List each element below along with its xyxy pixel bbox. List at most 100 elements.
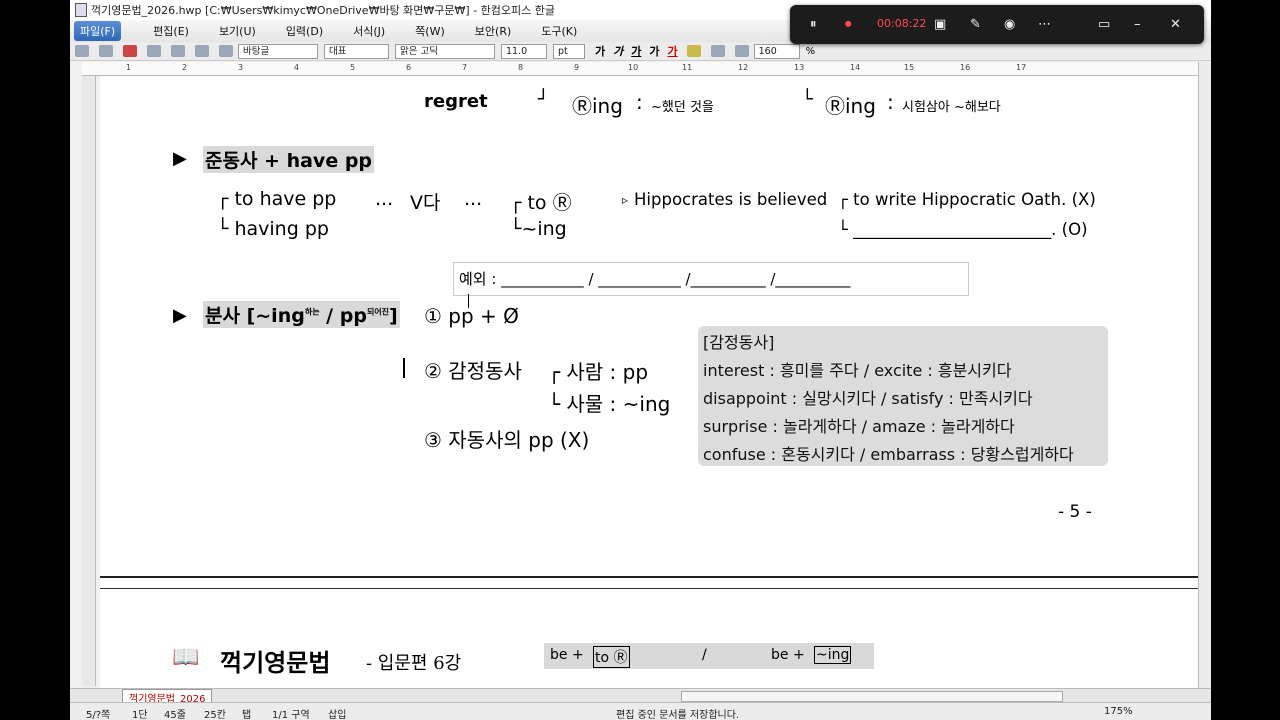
status-line: 45줄 bbox=[164, 710, 186, 720]
char-shape-button[interactable]: 가 bbox=[649, 43, 659, 59]
to-r: ┌ to Ⓡ bbox=[510, 192, 572, 214]
align-left-icon[interactable] bbox=[710, 45, 725, 57]
eye-icon[interactable]: ◉ bbox=[1004, 17, 1015, 32]
pause-icon[interactable]: ⏸ bbox=[810, 17, 817, 32]
font-size-unit[interactable]: pt bbox=[553, 43, 585, 59]
bold-button[interactable]: 가 bbox=[595, 43, 605, 59]
stop-icon[interactable]: ⏺ bbox=[845, 17, 852, 32]
camera-icon[interactable]: ▣ bbox=[934, 17, 946, 32]
page-number: - 5 - bbox=[1058, 502, 1092, 522]
menu-page[interactable]: 쪽(W) bbox=[415, 23, 445, 39]
card-line: surprise : 놀라게하다 / amaze : 놀라게하다 bbox=[703, 417, 1015, 436]
hippocrates-sentence: Hippocrates is believed bbox=[634, 190, 828, 209]
section-2-title-main: 분사 [~ing bbox=[205, 305, 305, 327]
window-title: 꺽기영문법_2026.hwp [C:₩Users₩kimyc₩OneDrive₩… bbox=[91, 4, 556, 17]
person-rule: ┌ 사람 : pp bbox=[548, 360, 649, 384]
align-center-icon[interactable] bbox=[734, 45, 749, 57]
item-1: ① pp + Ø bbox=[424, 304, 519, 328]
line-spacing-input[interactable]: 160 bbox=[753, 43, 800, 59]
redo-icon[interactable] bbox=[219, 45, 233, 57]
horizontal-ruler[interactable]: 1 2 3 4 5 6 7 8 9 10 11 12 13 14 15 16 1… bbox=[82, 62, 1205, 76]
r-ing-2-meaning: 시험삼아 ~해보다 bbox=[902, 100, 1001, 115]
align-justify-icon[interactable] bbox=[686, 45, 701, 57]
font-size-input[interactable]: 11.0 bbox=[501, 43, 547, 59]
ruler-mark: 13 bbox=[794, 63, 805, 72]
section-2-sub-2: 되어진 bbox=[366, 307, 390, 317]
card-title: [감정동사] bbox=[703, 333, 775, 352]
exception-text: 예외 : ___________ / ___________ /________… bbox=[459, 270, 851, 288]
item-2: ② 감정동사 bbox=[424, 359, 522, 383]
document-page[interactable]: regret ┘ Ⓡing : ~했던 것을 └ Ⓡing : 시험삼아 ~해보… bbox=[100, 76, 1198, 576]
ruler-mark: 3 bbox=[238, 63, 244, 72]
new-document-icon[interactable] bbox=[75, 45, 89, 57]
save-icon[interactable] bbox=[123, 45, 137, 57]
book-icon: 📖 bbox=[172, 645, 200, 670]
vertical-ruler[interactable] bbox=[82, 76, 96, 686]
toolbar: 바탕글 대표 맑은 고딕 11.0 pt 가 가 가 가 가 160 % bbox=[70, 42, 1211, 61]
status-zoom[interactable]: 175% bbox=[1104, 706, 1133, 717]
to-write-option: ┌ to write Hippocratic Oath. (X) bbox=[838, 190, 1096, 209]
section-2-title-close: ] bbox=[389, 305, 398, 327]
r-ing-1: Ⓡing bbox=[572, 94, 623, 118]
menu-security[interactable]: 보안(R) bbox=[475, 23, 511, 39]
line-marker bbox=[403, 358, 405, 378]
card-line: confuse : 혼동시키다 / embarrass : 당황스럽게하다 bbox=[703, 445, 1074, 464]
card-line: disappoint : 실망시키다 / satisfy : 만족시키다 bbox=[703, 389, 1033, 408]
blank-option: └ ________________________. (O) bbox=[838, 220, 1088, 239]
formula-to-r: to Ⓡ bbox=[593, 646, 630, 668]
italic-button[interactable]: 가 bbox=[613, 43, 623, 59]
lecture-subtitle: - 입문편 6강 bbox=[366, 653, 462, 674]
font-group-select[interactable]: 대표 bbox=[324, 43, 389, 59]
font-select[interactable]: 맑은 고딕 bbox=[395, 43, 495, 59]
colon: : bbox=[636, 90, 643, 114]
status-page: 5/?쪽 bbox=[86, 710, 111, 720]
menu-view[interactable]: 보기(U) bbox=[219, 23, 256, 39]
status-column: 1단 bbox=[132, 710, 148, 720]
print-icon[interactable] bbox=[147, 45, 161, 57]
exception-box: 예외 : ___________ / ___________ /________… bbox=[453, 262, 969, 296]
more-icon[interactable]: ⋯ bbox=[1038, 17, 1051, 32]
menu-edit[interactable]: 편집(E) bbox=[153, 23, 189, 39]
logo-text: 꺽기영문법 bbox=[220, 648, 331, 677]
menu-tools[interactable]: 도구(K) bbox=[541, 23, 577, 39]
close-icon[interactable]: ✕ bbox=[1170, 17, 1181, 32]
status-insert-mode[interactable]: 삽입 bbox=[328, 706, 346, 720]
formula-be-1: be + bbox=[550, 647, 584, 663]
caption-icon[interactable]: ▭ bbox=[1098, 17, 1110, 32]
status-tab: 탭 bbox=[242, 710, 252, 720]
section-marker: ▶ bbox=[173, 148, 187, 169]
underline-button[interactable]: 가 bbox=[631, 43, 641, 59]
ruler-mark: 14 bbox=[850, 63, 861, 72]
dots: ... bbox=[464, 188, 483, 210]
status-section: 1/1 구역 bbox=[272, 710, 310, 720]
recording-timer: 00:08:22 bbox=[877, 17, 927, 30]
formula-ing: ~ing bbox=[814, 646, 852, 664]
emotion-verb-card: [감정동사] interest : 흥미를 주다 / excite : 흥분시키… bbox=[698, 326, 1108, 466]
scroll-thumb[interactable] bbox=[681, 691, 1063, 702]
menu-format[interactable]: 서식(J) bbox=[353, 23, 385, 39]
section-2-title-mid: / pp bbox=[319, 305, 367, 327]
open-folder-icon[interactable] bbox=[99, 45, 113, 57]
next-page[interactable]: 📖 꺽기영문법 - 입문편 6강 be + to Ⓡ / be + ~ing bbox=[100, 588, 1198, 689]
menu-file[interactable]: 파일(F) bbox=[74, 21, 122, 41]
menu-insert[interactable]: 입력(D) bbox=[286, 23, 323, 39]
font-color-button[interactable]: 가 bbox=[668, 43, 678, 59]
ruler-mark: 15 bbox=[904, 63, 915, 72]
word-regret: regret bbox=[424, 91, 488, 112]
pen-icon[interactable]: ✎ bbox=[970, 17, 981, 32]
app-icon bbox=[75, 3, 87, 17]
dots: ... bbox=[375, 188, 394, 210]
formula-be-2: be + bbox=[771, 647, 805, 663]
section-1-title: 준동사 + have pp bbox=[203, 146, 375, 173]
horizontal-scrollbar[interactable]: 꺽기영문법_2026 bbox=[70, 688, 1211, 705]
style-select[interactable]: 바탕글 bbox=[238, 43, 318, 59]
minimize-icon[interactable]: – bbox=[1134, 17, 1141, 32]
formula-slash: / bbox=[702, 647, 707, 663]
ruler-mark: 9 bbox=[574, 63, 580, 72]
undo-icon[interactable] bbox=[195, 45, 209, 57]
vertical-scrollbar[interactable] bbox=[1198, 62, 1211, 688]
r-ing-2: Ⓡing bbox=[825, 94, 876, 118]
to-have-pp: ┌ to have pp bbox=[217, 188, 337, 210]
preview-icon[interactable] bbox=[171, 45, 185, 57]
ruler-mark: 17 bbox=[1016, 63, 1027, 72]
